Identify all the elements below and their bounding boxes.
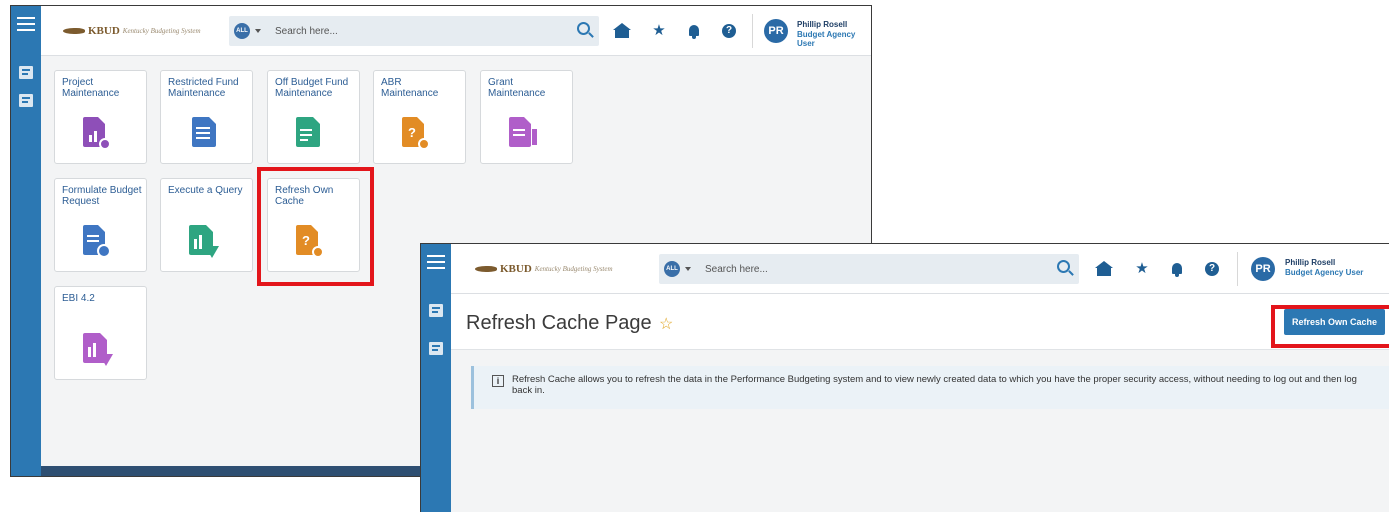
restricted-fund-icon (189, 117, 217, 150)
search-input[interactable]: Search here... (275, 26, 338, 37)
notifications-bell-icon[interactable] (686, 23, 702, 39)
tile-label: Formulate Budget Request (62, 185, 142, 207)
tile-label: Execute a Query (168, 185, 243, 196)
hamburger-menu-icon[interactable] (17, 17, 35, 31)
tile-off-budget-fund-maintenance[interactable]: Off Budget Fund Maintenance (267, 70, 360, 164)
tile-ebi-4-2[interactable]: EBI 4.2 (54, 286, 147, 380)
execute-query-icon (189, 225, 219, 258)
search-scope-dropdown[interactable]: ALL (234, 23, 250, 39)
side-rail (11, 6, 41, 476)
logo-fish-icon (63, 28, 85, 34)
user-role: Budget Agency User (1285, 268, 1364, 277)
info-message: i Refresh Cache allows you to refresh th… (471, 366, 1389, 409)
tile-label: EBI 4.2 (62, 293, 95, 304)
chevron-down-icon[interactable] (255, 29, 261, 33)
help-icon[interactable]: ? (721, 23, 737, 39)
info-text: Refresh Cache allows you to refresh the … (512, 374, 1357, 396)
search-scope-dropdown[interactable]: ALL (664, 261, 680, 277)
favorites-star-icon[interactable]: ★ (651, 23, 667, 39)
tile-grant-maintenance[interactable]: Grant Maintenance (480, 70, 573, 164)
help-icon[interactable]: ? (1204, 261, 1220, 277)
logo-subtitle: Kentucky Budgeting System (534, 265, 613, 273)
refresh-cache-window: KBUD Kentucky Budgeting System ALL Searc… (420, 243, 1389, 512)
top-bar: KBUD Kentucky Budgeting System ALL Searc… (41, 6, 871, 56)
tile-label: Restricted Fund Maintenance (168, 77, 239, 99)
user-name[interactable]: Phillip Rosell (1285, 258, 1335, 267)
user-role: Budget Agency User (797, 30, 856, 48)
tile-abr-maintenance[interactable]: ABR Maintenance ? (373, 70, 466, 164)
top-bar: KBUD Kentucky Budgeting System ALL Searc… (451, 244, 1389, 294)
search-input[interactable]: Search here... (705, 264, 768, 275)
tile-restricted-fund-maintenance[interactable]: Restricted Fund Maintenance (160, 70, 253, 164)
off-budget-fund-icon (296, 117, 324, 150)
home-icon[interactable] (613, 23, 631, 39)
page-header: Refresh Cache Page ☆ Refresh Own Cache (451, 294, 1389, 350)
info-icon: i (492, 375, 504, 387)
ebi-report-icon (83, 333, 113, 366)
hamburger-menu-icon[interactable] (427, 255, 445, 269)
tile-label: ABR Maintenance (381, 77, 439, 99)
user-avatar[interactable]: PR (764, 19, 788, 43)
chevron-down-icon[interactable] (685, 267, 691, 271)
app-logo[interactable]: KBUD Kentucky Budgeting System (475, 262, 613, 276)
notifications-bell-icon[interactable] (1169, 261, 1185, 277)
search-bar[interactable]: ALL Search here... (659, 254, 1079, 284)
highlight-box-button (1271, 305, 1389, 348)
tile-label: Project Maintenance (62, 77, 120, 99)
tile-formulate-budget-request[interactable]: Formulate Budget Request (54, 178, 147, 272)
favorites-star-icon[interactable]: ★ (1134, 261, 1150, 277)
formulate-budget-icon (83, 225, 111, 258)
sitemap-icon[interactable] (19, 66, 33, 79)
logo-subtitle: Kentucky Budgeting System (122, 27, 201, 35)
logo-brand: KBUD (500, 263, 532, 275)
favorite-star-icon[interactable]: ☆ (659, 314, 673, 334)
page-title: Refresh Cache Page (466, 312, 652, 334)
reports-icon[interactable] (429, 342, 443, 355)
highlight-box-tile (257, 167, 374, 286)
user-name[interactable]: Phillip Rosell (797, 20, 847, 29)
search-bar[interactable]: ALL Search here... (229, 16, 599, 46)
home-icon[interactable] (1095, 261, 1113, 277)
grant-maintenance-icon (509, 117, 537, 150)
side-rail (421, 244, 451, 512)
tile-project-maintenance[interactable]: Project Maintenance (54, 70, 147, 164)
reports-icon[interactable] (19, 94, 33, 107)
app-logo[interactable]: KBUD Kentucky Budgeting System (63, 24, 201, 38)
divider (1237, 252, 1238, 286)
search-icon[interactable] (1057, 260, 1070, 273)
divider (752, 14, 753, 48)
tile-label: Off Budget Fund Maintenance (275, 77, 349, 99)
project-maintenance-icon (83, 117, 111, 150)
abr-maintenance-icon: ? (402, 117, 430, 150)
tile-execute-a-query[interactable]: Execute a Query (160, 178, 253, 272)
logo-fish-icon (475, 266, 497, 272)
user-avatar[interactable]: PR (1251, 257, 1275, 281)
search-icon[interactable] (577, 22, 590, 35)
logo-brand: KBUD (88, 25, 120, 37)
tile-label: Grant Maintenance (488, 77, 546, 99)
sitemap-icon[interactable] (429, 304, 443, 317)
